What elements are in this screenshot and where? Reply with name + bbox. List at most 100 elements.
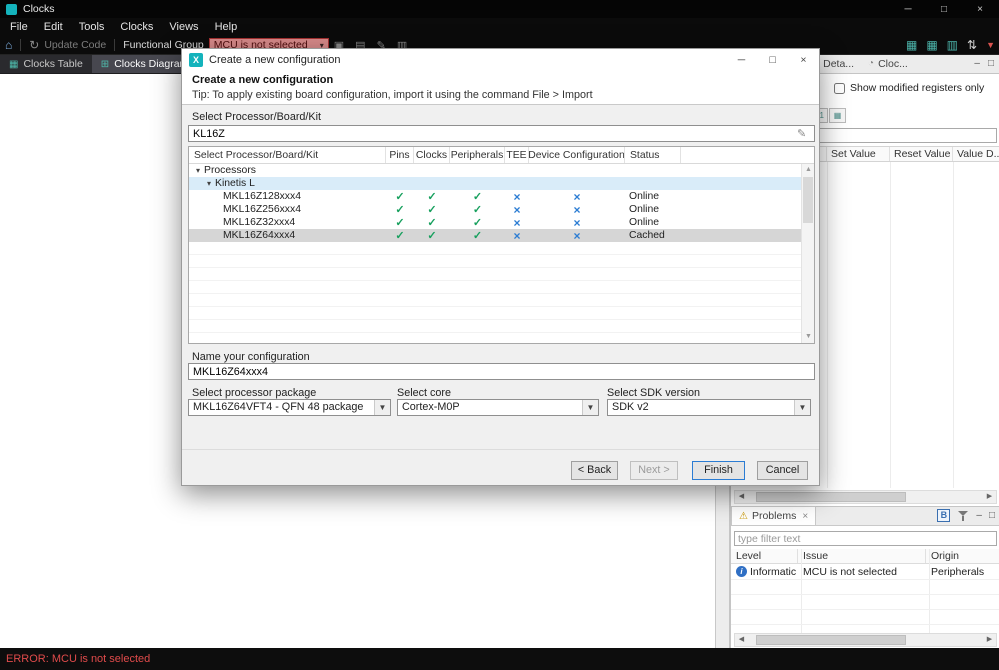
menu-clocks[interactable]: Clocks [112, 21, 161, 33]
problem-row[interactable]: i Informatic MCU is not selected Periphe… [731, 564, 999, 579]
core-select[interactable]: Cortex-M0P ▼ [397, 399, 599, 416]
window-close-button[interactable]: × [973, 4, 987, 15]
core-value: Cortex-M0P [402, 401, 460, 413]
tab-clocks-view[interactable]: ◔ Cloc... [861, 54, 915, 73]
scroll-down-icon[interactable]: ▼ [802, 331, 814, 343]
problems-hscrollbar[interactable]: ◀ ▶ [734, 633, 997, 647]
column-header[interactable]: Issue [798, 549, 926, 563]
next-button[interactable]: Next > [630, 461, 678, 480]
column-header[interactable]: Pins [386, 147, 414, 163]
column-header[interactable]: Status [625, 147, 681, 163]
table-row-selected[interactable]: MKL16Z64xxx4 ✓ ✓ ✓ × × Cached [189, 229, 814, 242]
scroll-up-icon[interactable]: ▲ [802, 164, 814, 176]
tab-label: Clocks Diagram [114, 58, 189, 70]
processor-filter-input[interactable] [188, 125, 815, 142]
back-button[interactable]: < Back [571, 461, 618, 480]
table-row[interactable]: MKL16Z32xxx4 ✓ ✓ ✓ × × Online [189, 216, 814, 229]
dialog-maximize-button[interactable]: □ [757, 49, 788, 71]
expand-arrow-icon[interactable]: ▾ [207, 179, 211, 188]
tree-group-processors[interactable]: ▾ Processors [189, 164, 814, 177]
grid-line [731, 579, 999, 580]
columns-view-icon[interactable]: ▥ [947, 38, 958, 52]
table-row[interactable]: MKL16Z128xxx4 ✓ ✓ ✓ × × Online [189, 190, 814, 203]
sdk-select[interactable]: SDK v2 ▼ [607, 399, 811, 416]
peripherals-support-icon: ✓ [472, 204, 483, 216]
column-header[interactable]: Device Configuration [529, 147, 625, 163]
window-minimize-button[interactable]: ─ [901, 4, 915, 15]
config-tools-icon: X [189, 53, 203, 67]
tee-support-icon: × [513, 203, 521, 216]
dialog-titlebar: X Create a new configuration ─ □ × [182, 49, 819, 71]
maximize-view-icon[interactable]: □ [989, 510, 995, 521]
grid-line [929, 549, 930, 633]
package-value: MKL16Z64VFT4 - QFN 48 package [193, 401, 364, 413]
menu-file[interactable]: File [2, 21, 36, 33]
dialog-header: Create a new configuration Tip: To apply… [182, 71, 819, 105]
column-header[interactable]: Peripherals [450, 147, 505, 163]
table-vscrollbar[interactable]: ▲ ▼ [801, 164, 814, 343]
badge-filter-icon[interactable]: B [937, 509, 951, 522]
window-maximize-button[interactable]: □ [937, 4, 951, 15]
scroll-thumb[interactable] [756, 492, 906, 502]
status-bar: ERROR: MCU is not selected [0, 648, 999, 670]
home-icon[interactable]: ⌂ [5, 37, 12, 53]
column-header[interactable]: Level [731, 549, 798, 563]
scroll-thumb[interactable] [756, 635, 906, 645]
cancel-button[interactable]: Cancel [757, 461, 808, 480]
dialog-controls: ─ □ × [726, 49, 819, 71]
select-processor-label: Select Processor/Board/Kit [192, 111, 322, 123]
scroll-thumb[interactable] [803, 177, 813, 223]
tree-group-kinetis-l[interactable]: ▾ Kinetis L [189, 177, 814, 190]
processor-table-header: Select Processor/Board/Kit Pins Clocks P… [189, 147, 814, 164]
scroll-right-icon[interactable]: ▶ [983, 634, 996, 646]
registers-grid-icon[interactable]: ▦ [829, 108, 846, 123]
clocks-table-icon: ▦ [9, 58, 19, 70]
finish-button[interactable]: Finish [692, 461, 745, 480]
close-icon[interactable]: × [802, 511, 808, 522]
scroll-left-icon[interactable]: ◀ [735, 634, 748, 646]
clocks-support-icon: ✓ [427, 204, 437, 216]
package-select[interactable]: MKL16Z64VFT4 - QFN 48 package ▼ [188, 399, 391, 416]
column-header[interactable]: Value D... [953, 147, 999, 161]
core-label: Select core [397, 387, 452, 399]
update-code-button[interactable]: Update Code [44, 39, 106, 51]
table-row[interactable]: MKL16Z256xxx4 ✓ ✓ ✓ × × Online [189, 203, 814, 216]
empty-row [189, 320, 814, 333]
column-header-filler [681, 147, 814, 163]
dialog-minimize-button[interactable]: ─ [726, 49, 757, 71]
problems-filter-input[interactable] [734, 531, 997, 546]
processor-name: MKL16Z128xxx4 [223, 191, 301, 202]
configuration-name-input[interactable] [188, 363, 815, 380]
column-header[interactable]: TEE [505, 147, 529, 163]
column-header[interactable]: Select Processor/Board/Kit [189, 147, 386, 163]
tab-problems[interactable]: ⚠ Problems × [731, 506, 817, 525]
column-header[interactable]: Clocks [414, 147, 450, 163]
tab-clocks-table[interactable]: ▦ Clocks Table [0, 55, 92, 73]
view-toolbar-icons: ▦ ▦ ▥ ⇅ ▼ [906, 38, 995, 52]
minimize-view-icon[interactable]: – [974, 58, 980, 69]
column-header[interactable]: Reset Value [890, 147, 953, 161]
scroll-left-icon[interactable]: ◀ [735, 491, 748, 503]
pins-support-icon: ✓ [395, 191, 405, 203]
group-label: Kinetis L [215, 178, 255, 189]
table-view-icon[interactable]: ▦ [926, 38, 937, 52]
show-modified-checkbox[interactable] [834, 82, 845, 94]
sync-icon[interactable]: ⇅ [967, 38, 977, 52]
grid-view-icon[interactable]: ▦ [906, 38, 917, 52]
filter-icon[interactable] [957, 510, 969, 522]
filter-red-icon[interactable]: ▼ [986, 40, 995, 50]
dialog-close-button[interactable]: × [788, 49, 819, 71]
expand-arrow-icon[interactable]: ▾ [196, 166, 200, 175]
registers-hscrollbar[interactable]: ◀ ▶ [734, 490, 997, 504]
problems-panel: ⚠ Problems × B – □ Level Issue Origin i … [730, 506, 999, 648]
scroll-right-icon[interactable]: ▶ [983, 491, 996, 503]
minimize-view-icon[interactable]: – [976, 510, 982, 521]
menu-views[interactable]: Views [161, 21, 206, 33]
problem-level: i Informatic [731, 566, 798, 578]
menu-tools[interactable]: Tools [71, 21, 113, 33]
maximize-view-icon[interactable]: □ [988, 58, 994, 69]
menu-edit[interactable]: Edit [36, 21, 71, 33]
menu-help[interactable]: Help [207, 21, 246, 33]
column-header[interactable]: Origin [926, 549, 999, 563]
column-header[interactable]: Set Value [827, 147, 890, 161]
